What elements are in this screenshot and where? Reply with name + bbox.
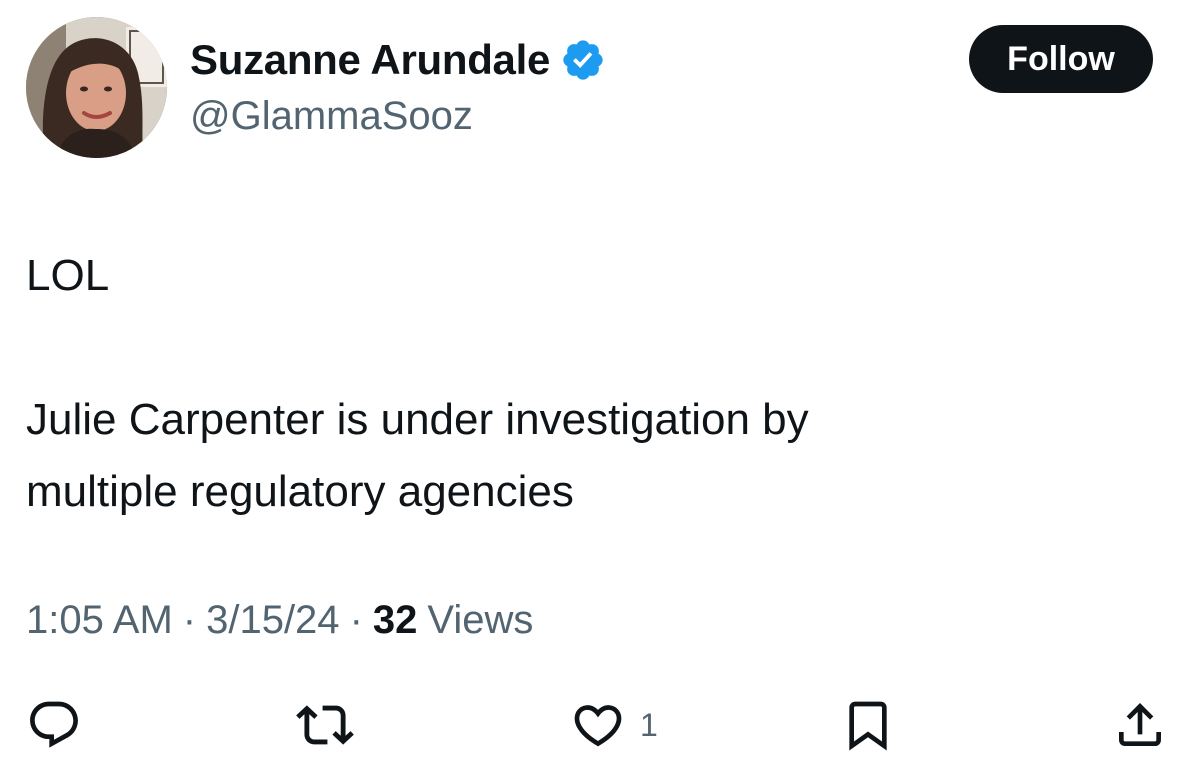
bookmark-icon [849,701,887,751]
author-display-name[interactable]: Suzanne Arundale [190,36,550,84]
tweet-line: LOL [26,251,110,300]
avatar-image [26,17,167,158]
meta-separator: · [182,598,197,642]
views-label: Views [427,598,534,642]
tweet-time[interactable]: 1:05 AM [26,598,173,643]
meta-separator: · [349,598,363,642]
avatar[interactable] [26,17,167,158]
follow-button[interactable]: Follow [969,25,1153,93]
tweet-card: Suzanne Arundale @GlammaSooz Follow LOL … [0,0,1200,780]
tweet-line: Julie Carpenter is under investigation b… [26,395,809,444]
retweet-icon [296,705,354,745]
like-count: 1 [640,706,658,743]
retweet-button[interactable] [296,690,354,760]
action-bar: 1 [0,690,1200,760]
bookmark-button[interactable] [840,690,896,760]
share-button[interactable] [1112,690,1168,760]
reply-icon [30,701,78,748]
author-name-row[interactable]: Suzanne Arundale [190,34,606,86]
tweet-line: multiple regulatory agencies [26,467,574,516]
like-button[interactable]: 1 [570,690,658,760]
tweet-date[interactable]: 3/15/24 [206,598,339,643]
heart-icon [574,705,622,747]
views-count: 32 [372,598,418,642]
verified-badge-icon [560,37,606,83]
reply-button[interactable] [26,690,82,760]
share-icon [1119,703,1161,746]
author-handle[interactable]: @GlammaSooz [190,94,473,139]
tweet-meta: 1:05 AM · 3/15/24 · 32 Views [26,598,533,643]
tweet-text: LOL Julie Carpenter is under investigati… [26,240,1146,528]
